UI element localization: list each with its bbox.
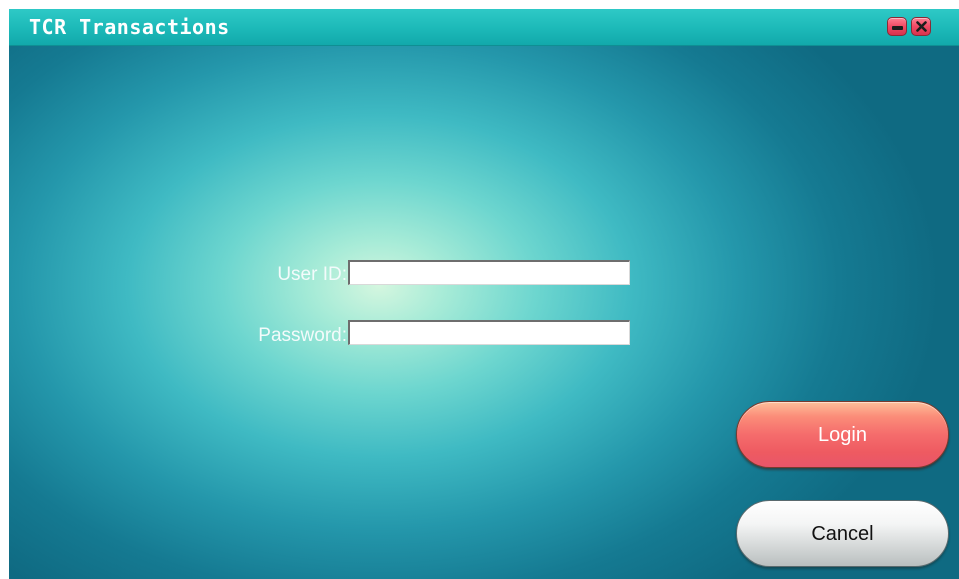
login-button[interactable]: Login	[736, 401, 949, 468]
minimize-button[interactable]	[887, 17, 907, 36]
user-id-label: User ID:	[277, 264, 347, 285]
title-bar[interactable]: TCR Transactions	[9, 9, 959, 46]
password-input[interactable]	[348, 320, 630, 345]
cancel-button[interactable]: Cancel	[736, 500, 949, 567]
close-button[interactable]	[911, 17, 931, 36]
login-window: TCR Transactions User ID: Password: Logi…	[9, 9, 959, 579]
minimize-icon	[892, 26, 903, 30]
password-label: Password:	[258, 325, 347, 346]
login-panel: User ID: Password: Login Cancel	[9, 46, 959, 579]
user-id-input[interactable]	[348, 260, 630, 285]
window-title: TCR Transactions	[29, 15, 230, 39]
